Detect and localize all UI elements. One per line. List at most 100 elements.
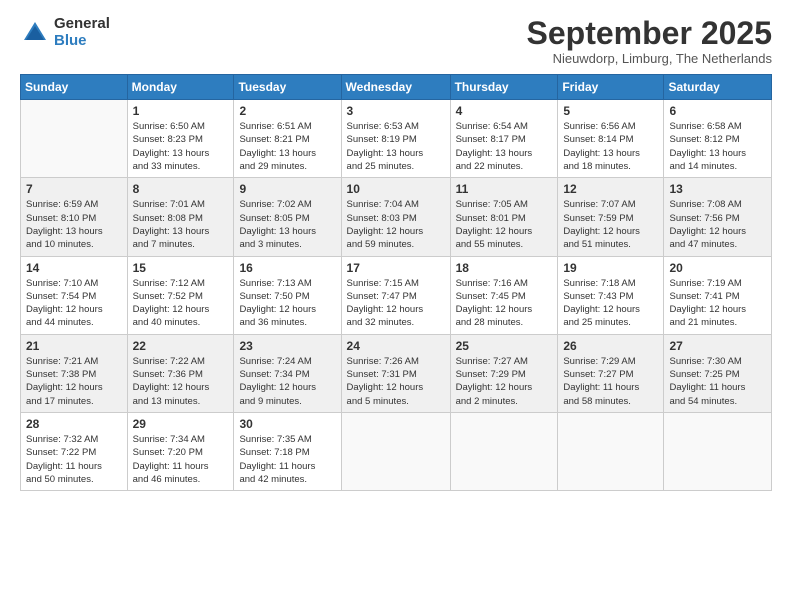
day-info: Sunrise: 6:59 AM Sunset: 8:10 PM Dayligh… bbox=[26, 198, 122, 251]
calendar-cell: 20 Sunrise: 7:19 AM Sunset: 7:41 PM Dayli… bbox=[664, 256, 772, 334]
day-info: Sunrise: 7:27 AM Sunset: 7:29 PM Dayligh… bbox=[456, 355, 553, 408]
calendar-cell: 5 Sunrise: 6:56 AM Sunset: 8:14 PM Daylig… bbox=[558, 100, 664, 178]
calendar-cell bbox=[450, 412, 558, 490]
day-info: Sunrise: 6:54 AM Sunset: 8:17 PM Dayligh… bbox=[456, 120, 553, 173]
day-info: Sunrise: 7:02 AM Sunset: 8:05 PM Dayligh… bbox=[239, 198, 335, 251]
calendar-cell: 26 Sunrise: 7:29 AM Sunset: 7:27 PM Dayli… bbox=[558, 334, 664, 412]
day-info: Sunrise: 7:18 AM Sunset: 7:43 PM Dayligh… bbox=[563, 277, 658, 330]
day-number: 17 bbox=[347, 261, 445, 275]
header-friday: Friday bbox=[558, 75, 664, 100]
calendar-cell: 13Sunrise: 7:08 AM Sunset: 7:56 PM Dayli… bbox=[664, 178, 772, 256]
day-number: 21 bbox=[26, 339, 122, 353]
header-tuesday: Tuesday bbox=[234, 75, 341, 100]
day-number: 16 bbox=[239, 261, 335, 275]
calendar-cell: 22 Sunrise: 7:22 AM Sunset: 7:36 PM Dayli… bbox=[127, 334, 234, 412]
day-info: Sunrise: 7:15 AM Sunset: 7:47 PM Dayligh… bbox=[347, 277, 445, 330]
day-info: Sunrise: 7:12 AM Sunset: 7:52 PM Dayligh… bbox=[133, 277, 229, 330]
month-title: September 2025 bbox=[527, 16, 772, 51]
day-number: 14 bbox=[26, 261, 122, 275]
day-number: 29 bbox=[133, 417, 229, 431]
header-wednesday: Wednesday bbox=[341, 75, 450, 100]
calendar-week-1: 1Sunrise: 6:50 AM Sunset: 8:23 PM Daylig… bbox=[21, 100, 772, 178]
day-number: 30 bbox=[239, 417, 335, 431]
calendar-cell bbox=[21, 100, 128, 178]
day-info: Sunrise: 7:29 AM Sunset: 7:27 PM Dayligh… bbox=[563, 355, 658, 408]
day-info: Sunrise: 7:07 AM Sunset: 7:59 PM Dayligh… bbox=[563, 198, 658, 251]
day-info: Sunrise: 7:30 AM Sunset: 7:25 PM Dayligh… bbox=[669, 355, 766, 408]
page: General Blue September 2025 Nieuwdorp, L… bbox=[0, 0, 792, 612]
day-number: 9 bbox=[239, 182, 335, 196]
day-number: 20 bbox=[669, 261, 766, 275]
day-number: 27 bbox=[669, 339, 766, 353]
calendar-cell: 10 Sunrise: 7:04 AM Sunset: 8:03 PM Dayli… bbox=[341, 178, 450, 256]
header: General Blue September 2025 Nieuwdorp, L… bbox=[20, 16, 772, 66]
day-number: 8 bbox=[133, 182, 229, 196]
day-number: 7 bbox=[26, 182, 122, 196]
day-info: Sunrise: 7:24 AM Sunset: 7:34 PM Dayligh… bbox=[239, 355, 335, 408]
day-info: Sunrise: 7:26 AM Sunset: 7:31 PM Dayligh… bbox=[347, 355, 445, 408]
day-number: 11 bbox=[456, 182, 553, 196]
calendar-week-2: 7 Sunrise: 6:59 AM Sunset: 8:10 PM Daylig… bbox=[21, 178, 772, 256]
day-number: 2 bbox=[239, 104, 335, 118]
calendar-cell: 30Sunrise: 7:35 AM Sunset: 7:18 PM Dayli… bbox=[234, 412, 341, 490]
calendar-cell: 29Sunrise: 7:34 AM Sunset: 7:20 PM Dayli… bbox=[127, 412, 234, 490]
day-info: Sunrise: 6:56 AM Sunset: 8:14 PM Dayligh… bbox=[563, 120, 658, 173]
calendar-cell: 15 Sunrise: 7:12 AM Sunset: 7:52 PM Dayli… bbox=[127, 256, 234, 334]
header-row: Sunday Monday Tuesday Wednesday Thursday… bbox=[21, 75, 772, 100]
calendar-week-3: 14 Sunrise: 7:10 AM Sunset: 7:54 PM Dayli… bbox=[21, 256, 772, 334]
calendar-cell: 1Sunrise: 6:50 AM Sunset: 8:23 PM Daylig… bbox=[127, 100, 234, 178]
calendar-cell: 14 Sunrise: 7:10 AM Sunset: 7:54 PM Dayli… bbox=[21, 256, 128, 334]
header-monday: Monday bbox=[127, 75, 234, 100]
day-info: Sunrise: 7:04 AM Sunset: 8:03 PM Dayligh… bbox=[347, 198, 445, 251]
day-info: Sunrise: 7:01 AM Sunset: 8:08 PM Dayligh… bbox=[133, 198, 229, 251]
calendar-week-5: 28Sunrise: 7:32 AM Sunset: 7:22 PM Dayli… bbox=[21, 412, 772, 490]
calendar-cell: 2Sunrise: 6:51 AM Sunset: 8:21 PM Daylig… bbox=[234, 100, 341, 178]
calendar-cell: 4Sunrise: 6:54 AM Sunset: 8:17 PM Daylig… bbox=[450, 100, 558, 178]
day-info: Sunrise: 7:05 AM Sunset: 8:01 PM Dayligh… bbox=[456, 198, 553, 251]
day-number: 15 bbox=[133, 261, 229, 275]
day-info: Sunrise: 7:22 AM Sunset: 7:36 PM Dayligh… bbox=[133, 355, 229, 408]
calendar-cell: 23Sunrise: 7:24 AM Sunset: 7:34 PM Dayli… bbox=[234, 334, 341, 412]
calendar-cell: 18 Sunrise: 7:16 AM Sunset: 7:45 PM Dayli… bbox=[450, 256, 558, 334]
calendar-cell: 24 Sunrise: 7:26 AM Sunset: 7:31 PM Dayli… bbox=[341, 334, 450, 412]
day-number: 6 bbox=[669, 104, 766, 118]
calendar-cell: 6 Sunrise: 6:58 AM Sunset: 8:12 PM Daylig… bbox=[664, 100, 772, 178]
day-number: 22 bbox=[133, 339, 229, 353]
day-info: Sunrise: 6:53 AM Sunset: 8:19 PM Dayligh… bbox=[347, 120, 445, 173]
calendar-cell: 11 Sunrise: 7:05 AM Sunset: 8:01 PM Dayli… bbox=[450, 178, 558, 256]
day-info: Sunrise: 6:58 AM Sunset: 8:12 PM Dayligh… bbox=[669, 120, 766, 173]
calendar-week-4: 21Sunrise: 7:21 AM Sunset: 7:38 PM Dayli… bbox=[21, 334, 772, 412]
calendar-cell: 3 Sunrise: 6:53 AM Sunset: 8:19 PM Daylig… bbox=[341, 100, 450, 178]
logo: General Blue bbox=[20, 16, 110, 49]
logo-icon bbox=[20, 18, 50, 48]
calendar-cell: 21Sunrise: 7:21 AM Sunset: 7:38 PM Dayli… bbox=[21, 334, 128, 412]
day-info: Sunrise: 6:50 AM Sunset: 8:23 PM Dayligh… bbox=[133, 120, 229, 173]
day-number: 19 bbox=[563, 261, 658, 275]
calendar-cell: 27 Sunrise: 7:30 AM Sunset: 7:25 PM Dayli… bbox=[664, 334, 772, 412]
calendar-cell bbox=[341, 412, 450, 490]
day-number: 26 bbox=[563, 339, 658, 353]
day-number: 25 bbox=[456, 339, 553, 353]
calendar-cell: 19 Sunrise: 7:18 AM Sunset: 7:43 PM Dayli… bbox=[558, 256, 664, 334]
day-number: 18 bbox=[456, 261, 553, 275]
calendar-cell: 16Sunrise: 7:13 AM Sunset: 7:50 PM Dayli… bbox=[234, 256, 341, 334]
calendar-cell: 9 Sunrise: 7:02 AM Sunset: 8:05 PM Daylig… bbox=[234, 178, 341, 256]
logo-general: General bbox=[54, 16, 110, 33]
calendar-cell: 8 Sunrise: 7:01 AM Sunset: 8:08 PM Daylig… bbox=[127, 178, 234, 256]
day-number: 12 bbox=[563, 182, 658, 196]
day-number: 3 bbox=[347, 104, 445, 118]
day-info: Sunrise: 7:19 AM Sunset: 7:41 PM Dayligh… bbox=[669, 277, 766, 330]
day-number: 5 bbox=[563, 104, 658, 118]
calendar-cell: 28Sunrise: 7:32 AM Sunset: 7:22 PM Dayli… bbox=[21, 412, 128, 490]
day-info: Sunrise: 7:16 AM Sunset: 7:45 PM Dayligh… bbox=[456, 277, 553, 330]
calendar-cell: 25 Sunrise: 7:27 AM Sunset: 7:29 PM Dayli… bbox=[450, 334, 558, 412]
calendar-cell: 17 Sunrise: 7:15 AM Sunset: 7:47 PM Dayli… bbox=[341, 256, 450, 334]
calendar-cell: 12 Sunrise: 7:07 AM Sunset: 7:59 PM Dayli… bbox=[558, 178, 664, 256]
calendar-body: 1Sunrise: 6:50 AM Sunset: 8:23 PM Daylig… bbox=[21, 100, 772, 491]
day-number: 10 bbox=[347, 182, 445, 196]
header-saturday: Saturday bbox=[664, 75, 772, 100]
calendar-header: Sunday Monday Tuesday Wednesday Thursday… bbox=[21, 75, 772, 100]
header-thursday: Thursday bbox=[450, 75, 558, 100]
day-info: Sunrise: 7:10 AM Sunset: 7:54 PM Dayligh… bbox=[26, 277, 122, 330]
day-number: 24 bbox=[347, 339, 445, 353]
